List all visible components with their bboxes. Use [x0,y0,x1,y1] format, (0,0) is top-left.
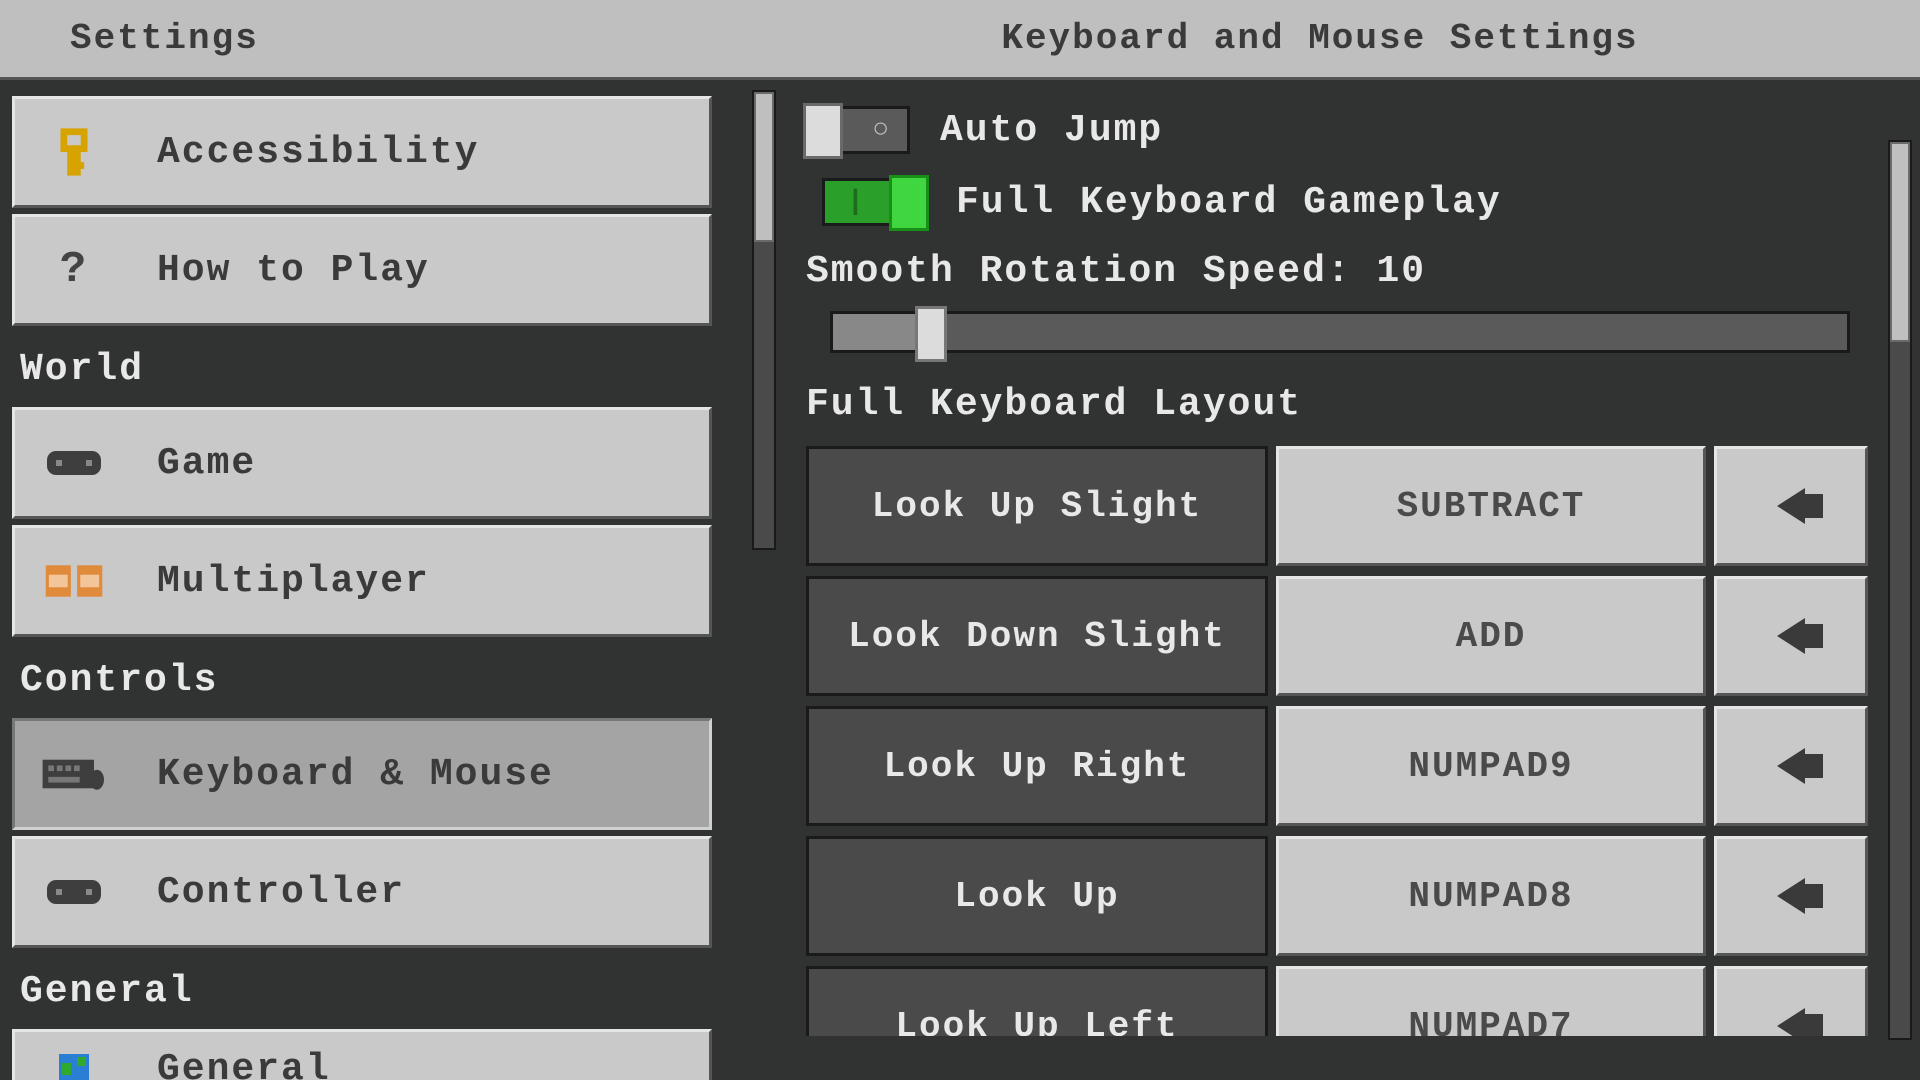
header: Settings Keyboard and Mouse Settings [0,0,1920,80]
undo-arrow-icon [1777,878,1805,914]
main-scrollbar[interactable] [1888,140,1912,1040]
sidebar-heading-world: World [12,332,768,401]
auto-jump-label: Auto Jump [940,109,1163,152]
page-title-right: Keyboard and Mouse Settings [790,18,1850,59]
binding-key-button[interactable]: ADD [1276,576,1706,696]
binding-reset-button[interactable] [1714,446,1868,566]
sidebar-item-accessibility[interactable]: Accessibility [12,96,712,208]
sidebar-item-multiplayer[interactable]: Multiplayer [12,525,712,637]
main-scroll-thumb[interactable] [1890,142,1910,342]
sidebar-item-label: General [157,1048,331,1080]
sidebar-heading-general: General [12,954,768,1023]
slider-handle[interactable] [915,306,947,362]
toggle-handle [803,103,843,159]
binding-reset-button[interactable] [1714,706,1868,826]
full-keyboard-row: Full Keyboard Gameplay [822,178,1894,226]
binding-key-button[interactable]: NUMPAD7 [1276,966,1706,1036]
binding-action: Look Up Right [806,706,1268,826]
binding-row-look-up-slight: Look Up Slight SUBTRACT [806,446,1868,566]
toggle-handle [889,175,929,231]
keyboard-layout-title: Full Keyboard Layout [806,383,1894,426]
auto-jump-row: Auto Jump [806,106,1894,154]
globe-icon [39,1034,109,1080]
rotation-speed-label: Smooth Rotation Speed: 10 [806,250,1894,293]
sidebar-item-general[interactable]: General [12,1029,712,1080]
undo-arrow-icon [1777,1008,1805,1036]
binding-action: Look Up [806,836,1268,956]
binding-action: Look Up Left [806,966,1268,1036]
sidebar-item-label: Game [157,442,256,485]
binding-row-look-up-right: Look Up Right NUMPAD9 [806,706,1868,826]
sidebar-item-keyboard-mouse[interactable]: Keyboard & Mouse [12,718,712,830]
full-keyboard-label: Full Keyboard Gameplay [956,181,1502,224]
sidebar-item-controller[interactable]: Controller [12,836,712,948]
sidebar: Accessibility ? How to Play World Game M… [0,80,780,1080]
sidebar-item-label: Keyboard & Mouse [157,753,554,796]
undo-arrow-icon [1777,748,1805,784]
sidebar-heading-controls: Controls [12,643,768,712]
undo-arrow-icon [1777,618,1805,654]
sidebar-item-howtoplay[interactable]: ? How to Play [12,214,712,326]
page-title-left: Settings [70,18,790,59]
content: Accessibility ? How to Play World Game M… [0,80,1920,1080]
rotation-speed-slider[interactable] [830,311,1850,353]
binding-action: Look Down Slight [806,576,1268,696]
binding-action: Look Up Slight [806,446,1268,566]
binding-key-button[interactable]: SUBTRACT [1276,446,1706,566]
sidebar-item-label: Multiplayer [157,560,430,603]
question-icon: ? [39,235,109,305]
undo-arrow-icon [1777,488,1805,524]
slider-fill [833,314,923,350]
binding-row-look-down-slight: Look Down Slight ADD [806,576,1868,696]
main-panel: Auto Jump Full Keyboard Gameplay Smooth … [780,80,1920,1080]
key-icon [39,117,109,187]
sidebar-item-label: Accessibility [157,131,479,174]
auto-jump-toggle[interactable] [806,106,910,154]
sidebar-item-game[interactable]: Game [12,407,712,519]
binding-key-button[interactable]: NUMPAD9 [1276,706,1706,826]
sidebar-scrollbar[interactable] [752,90,776,550]
keyboard-icon [39,739,109,809]
controller-icon [39,857,109,927]
binding-key-button[interactable]: NUMPAD8 [1276,836,1706,956]
binding-row-look-up: Look Up NUMPAD8 [806,836,1868,956]
binding-reset-button[interactable] [1714,576,1868,696]
sidebar-item-label: Controller [157,871,405,914]
full-keyboard-toggle[interactable] [822,178,926,226]
binding-row-look-up-left: Look Up Left NUMPAD7 [806,966,1868,1036]
binding-reset-button[interactable] [1714,836,1868,956]
controller-icon [39,428,109,498]
players-icon [39,546,109,616]
sidebar-item-label: How to Play [157,249,430,292]
sidebar-scroll-thumb[interactable] [754,92,774,242]
binding-reset-button[interactable] [1714,966,1868,1036]
